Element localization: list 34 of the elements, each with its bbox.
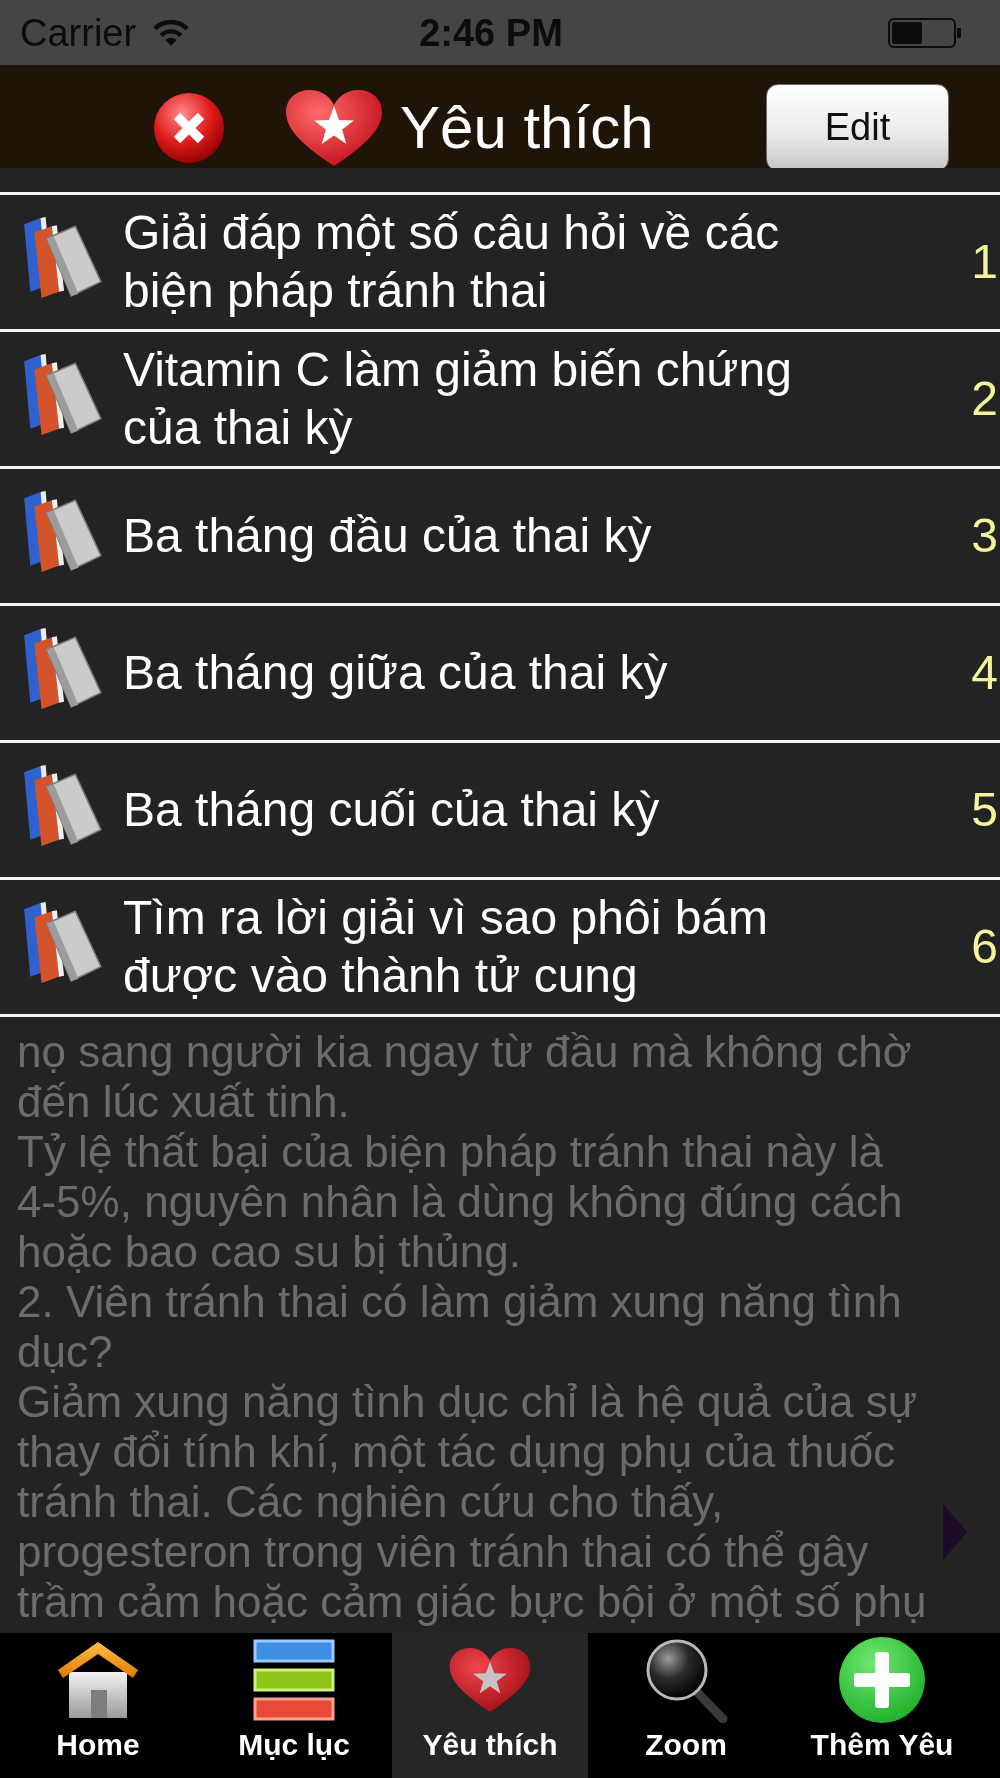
favorite-number: 5 [971,782,998,838]
tab-bar-item[interactable]: Zoom [588,1633,784,1778]
edit-button[interactable]: Edit [766,84,949,171]
favorite-number: 4 [971,645,998,701]
house-icon [57,1640,139,1720]
battery-icon [888,17,962,48]
favorite-title: Giải đáp một số câu hỏi về các biện pháp tránh thai [123,205,781,319]
article-paragraph: nọ sang người kia ngay từ đầu mà không chờ đến lúc xuất tinh. [17,1027,912,1127]
favorite-title: Tìm ra lời giải vì sao phôi bám được vào thành tử cung [123,890,770,1004]
tab-bar-item[interactable]: Yêu thích [392,1633,588,1778]
tab-bar-item[interactable]: Home [0,1633,196,1778]
favorite-number: 1 [971,234,998,290]
favorite-title: Ba tháng đầu của thai kỳ [123,508,653,564]
tab-bar-item[interactable]: Mục lục [196,1633,392,1778]
favorite-title: Ba tháng cuối của thai kỳ [123,782,661,838]
article-paragraph: Giảm xung năng tình dục chỉ là hệ quả của sự thay đổi tính khí, một tác dụng phụ của thuốc tránh thai. Các nghiên cứu cho thấy, progesteron trong viên tránh thai có thể gây trầm cảm hoặc cảm giác bực bội ở một số phụ [17,1377,927,1627]
clock-time: 2:46 PM [419,10,563,55]
favorite-number: 6 [971,919,998,975]
favorite-title: Vitamin C làm giảm biến chứng của thai kỳ [123,342,793,456]
heart-star-icon [284,87,384,168]
article-paragraph: Tỷ lệ thất bại của biện pháp tránh thai này là 4-5%, nguyên nhân là dùng không đúng cách hoặc bao cao su bị thủng. [17,1127,903,1277]
close-icon[interactable] [153,91,225,164]
carrier-label: Carrier [20,10,137,55]
header-title: Yêu thích [400,92,654,163]
article-paragraph: 2. Viên tránh thai có làm giảm xung năng tình dục? [17,1277,902,1377]
favorite-number: 3 [971,508,998,564]
heart-star-icon [448,1646,532,1714]
tab-bar-item[interactable]: Thêm Yêu [784,1633,980,1778]
bars-icon [253,1639,335,1721]
wifi-icon [152,18,191,47]
plus-icon [838,1636,926,1724]
favorite-title: Ba tháng giữa của thai kỳ [123,645,669,701]
search-icon [644,1637,728,1723]
favorite-number: 2 [971,371,998,427]
